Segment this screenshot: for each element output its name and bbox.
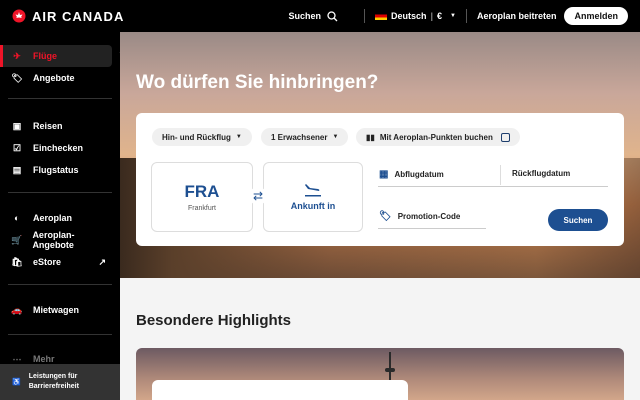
- sidebar-item-aeroplan[interactable]: ◐ Aeroplan: [0, 207, 112, 229]
- top-bar: AIR CANADA Suchen Deutsch | € ▼ Aeroplan…: [0, 0, 640, 32]
- header-search-label: Suchen: [288, 11, 321, 21]
- checkin-icon: ☑: [12, 142, 22, 153]
- promo-underline: [378, 228, 486, 229]
- chevron-down-icon: ▼: [450, 13, 456, 19]
- chevron-down-icon: ▼: [235, 134, 242, 140]
- destination-label: Ankunft in: [290, 201, 336, 211]
- accessibility-label: Leistungen für Barrierefreiheit: [28, 373, 79, 390]
- booking-card: Hin- und Rückflug ▼ 1 Erwachsener ▼ ▮▮ M…: [136, 113, 624, 246]
- sidebar-item-flights[interactable]: ✈ Flüge: [0, 45, 112, 67]
- aeroplan-points-toggle[interactable]: ▮▮ Mit Aeroplan-Punkten buchen: [356, 128, 520, 146]
- search-icon: [327, 10, 338, 21]
- sidebar: ✈ Flüge 🏷 Angebote ▣ Reisen ☑ Einchecken…: [0, 32, 120, 400]
- calendar-icon: ▦: [379, 169, 389, 180]
- chevron-down-icon: ▼: [332, 134, 339, 140]
- header-search-button[interactable]: Suchen: [288, 10, 338, 22]
- accessibility-icon: ♿: [12, 379, 21, 386]
- car-icon: 🚗: [11, 304, 23, 315]
- sidebar-item-estore[interactable]: 🛍 eStore ↗: [0, 251, 112, 273]
- sidebar-item-label: Mietwagen: [33, 305, 80, 315]
- sidebar-item-label: Flüge: [33, 51, 57, 61]
- sidebar-divider: [8, 334, 112, 335]
- aeroplan-points-label: Mit Aeroplan-Punkten buchen: [379, 132, 493, 142]
- brand-name: AIR CANADA: [32, 8, 125, 24]
- highlights-title: Besondere Highlights: [136, 312, 292, 329]
- sidebar-item-offers[interactable]: 🏷 Angebote: [0, 67, 112, 89]
- aeroplan-points-checkbox[interactable]: [500, 132, 510, 142]
- origin-airport-field[interactable]: FRA Frankfurt: [151, 162, 253, 232]
- trip-type-label: Hin- und Rückflug: [162, 132, 231, 142]
- return-date-field[interactable]: Rückflugdatum: [512, 169, 570, 178]
- tag-icon: 🏷: [379, 211, 392, 222]
- promo-code-label: Promotion-Code: [397, 212, 461, 221]
- aeroplan-join-link[interactable]: Aeroplan beitreten: [477, 11, 557, 21]
- sidebar-item-label: Aeroplan-Angebote: [32, 230, 75, 250]
- sidebar-divider: [8, 98, 112, 99]
- sidebar-item-label: Flugstatus: [33, 165, 79, 175]
- sidebar-item-label: Reisen: [33, 121, 63, 131]
- points-icon: ▮▮: [366, 132, 375, 142]
- language-separator: |: [430, 11, 433, 21]
- accessibility-link[interactable]: ♿ Leistungen für Barrierefreiheit: [0, 364, 120, 400]
- brand-logo[interactable]: AIR CANADA: [12, 9, 124, 24]
- sidebar-item-label: eStore: [33, 257, 62, 267]
- search-flights-button[interactable]: Suchen: [548, 209, 608, 231]
- sidebar-item-label: Aeroplan: [33, 213, 73, 223]
- login-button[interactable]: Anmelden: [564, 7, 628, 25]
- passenger-select[interactable]: 1 Erwachsener ▼: [261, 128, 349, 146]
- sidebar-divider: [8, 284, 112, 285]
- return-date-label: Rückflugdatum: [512, 169, 571, 178]
- swap-airports-button[interactable]: ⇄: [249, 187, 267, 205]
- sidebar-item-aeroplan-offers[interactable]: 🛒 Aeroplan-Angebote: [0, 229, 112, 251]
- status-icon: ▤: [12, 164, 22, 175]
- swap-icon: ⇄: [252, 189, 264, 203]
- origin-code: FRA: [184, 182, 220, 201]
- date-divider: [500, 165, 501, 185]
- germany-flag-icon: [374, 12, 387, 20]
- hero-title: Wo dürfen Sie hinbringen?: [136, 72, 379, 93]
- sidebar-item-flight-status[interactable]: ▤ Flugstatus: [0, 159, 112, 181]
- origin-city: Frankfurt: [187, 205, 216, 212]
- sidebar-item-car-rental[interactable]: 🚗 Mietwagen: [0, 299, 112, 321]
- language-selector[interactable]: Deutsch | € ▼: [374, 11, 456, 21]
- header-divider: [363, 9, 365, 23]
- language-label: Deutsch: [390, 11, 427, 21]
- date-underline: [378, 186, 608, 187]
- plane-icon: ✈: [13, 50, 21, 61]
- departure-date-field[interactable]: ▦ Abflugdatum: [379, 169, 444, 180]
- tower-image-element: [385, 368, 395, 372]
- highlight-card[interactable]: [152, 380, 408, 400]
- currency-label: €: [437, 11, 443, 21]
- cart-icon: 🛒: [11, 234, 23, 245]
- plane-landing-icon: [305, 184, 321, 197]
- sidebar-item-label: Mehr: [33, 354, 55, 364]
- sidebar-item-label: Angebote: [33, 73, 75, 83]
- promo-code-field[interactable]: 🏷 Promotion-Code: [379, 211, 460, 222]
- tag-icon: 🏷: [11, 72, 23, 83]
- external-link-icon: ↗: [98, 256, 106, 267]
- sidebar-item-trips[interactable]: ▣ Reisen: [0, 115, 112, 137]
- destination-airport-field[interactable]: Ankunft in: [263, 162, 363, 232]
- aeroplan-icon: ◐: [14, 213, 20, 223]
- bag-icon: 🛍: [11, 256, 23, 267]
- sidebar-item-checkin[interactable]: ☑ Einchecken: [0, 137, 112, 159]
- trip-type-select[interactable]: Hin- und Rückflug ▼: [152, 128, 252, 146]
- header-divider: [465, 9, 467, 23]
- more-icon: ⋯: [12, 353, 22, 364]
- passenger-label: 1 Erwachsener: [271, 132, 328, 142]
- departure-date-label: Abflugdatum: [394, 170, 444, 179]
- highlight-image[interactable]: [136, 348, 624, 400]
- suitcase-icon: ▣: [12, 120, 22, 131]
- maple-leaf-icon: [12, 9, 26, 23]
- sidebar-divider: [8, 192, 112, 193]
- sidebar-item-label: Einchecken: [33, 143, 84, 153]
